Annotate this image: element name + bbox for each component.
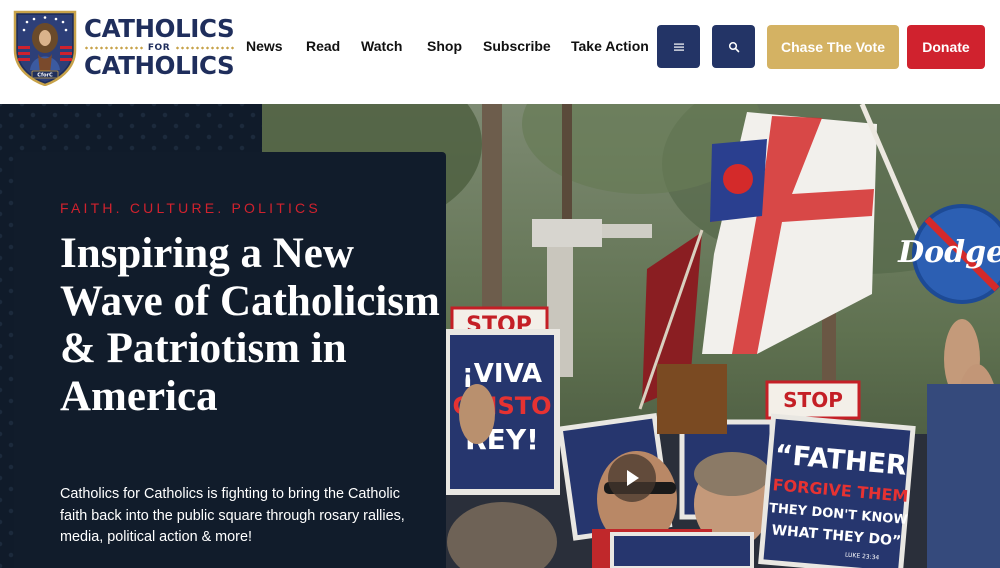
shield-logo-icon: CforC <box>13 10 77 86</box>
nav-shop[interactable]: Shop <box>427 38 462 54</box>
hero-section: Dodgers STOP ¡VIVA CRISTO REY! STOP “FAT… <box>0 104 1000 568</box>
logo-wordmark: CATHOLICS FOR CATHOLICS <box>84 14 235 80</box>
sign-dodgers-text: Dodgers <box>897 235 1000 270</box>
hero-eyebrow: FAITH. CULTURE. POLITICS <box>60 200 321 216</box>
video-play-button[interactable] <box>608 454 656 502</box>
site-logo[interactable]: CforC CATHOLICS FOR CATHOLICS <box>12 8 235 86</box>
chase-the-vote-button[interactable]: Chase The Vote <box>767 25 899 69</box>
nav-read[interactable]: Read <box>306 38 340 54</box>
menu-button[interactable] <box>657 25 700 68</box>
sign-stop-2-text: STOP <box>783 388 843 412</box>
play-icon <box>627 470 639 486</box>
nav-subscribe[interactable]: Subscribe <box>483 38 551 54</box>
hero-headline: Inspiring a New Wave of Catholicism & Pa… <box>60 230 440 420</box>
logo-line-1: CATHOLICS <box>84 14 235 43</box>
hero-text-card: FAITH. CULTURE. POLITICS Inspiring a New… <box>14 152 446 568</box>
search-button[interactable] <box>712 25 755 68</box>
nav-news[interactable]: News <box>246 38 283 54</box>
site-header: CforC CATHOLICS FOR CATHOLICS News Read … <box>0 0 1000 104</box>
hero-blurb: Catholics for Catholics is fighting to b… <box>60 486 405 545</box>
nav-watch[interactable]: Watch <box>361 38 402 54</box>
donate-button[interactable]: Donate <box>907 25 985 69</box>
logo-line-3: CATHOLICS <box>84 51 235 80</box>
search-icon <box>728 41 739 52</box>
nav-take-action[interactable]: Take Action <box>571 38 649 54</box>
hamburger-icon <box>673 43 684 51</box>
logo-emblem-text: CforC <box>37 73 53 79</box>
